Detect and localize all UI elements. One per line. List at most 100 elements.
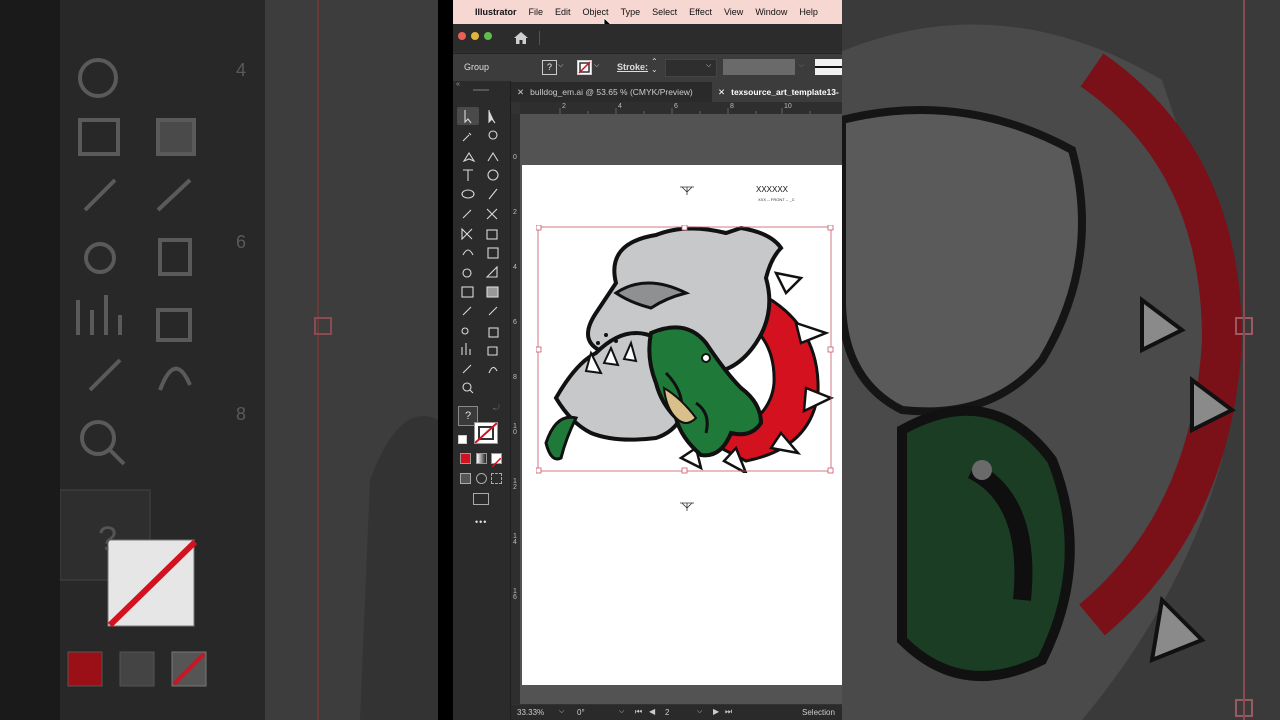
no-stroke-icon	[474, 422, 498, 444]
brush-definition-dropdown[interactable]	[815, 59, 842, 75]
chevron-down-icon[interactable]: ⌵	[706, 62, 711, 70]
home-icon[interactable]	[513, 31, 529, 45]
ruler-tick-label: 4	[513, 264, 517, 271]
stroke-weight-stepper-icon[interactable]: ⌃ ⌄	[651, 58, 658, 74]
stroke-label[interactable]: Stroke:	[617, 62, 648, 72]
app-menu[interactable]: Illustrator	[475, 7, 517, 17]
selection-bounding-box[interactable]	[536, 225, 836, 475]
default-fill-stroke-icon[interactable]	[458, 435, 467, 444]
menu-effect[interactable]: Effect	[689, 7, 712, 17]
draw-normal-icon[interactable]	[460, 473, 471, 484]
selection-handles[interactable]	[536, 225, 834, 474]
screen-mode-icon[interactable]	[473, 493, 489, 505]
first-artboard-icon[interactable]: ⏮	[635, 707, 642, 717]
left-blurred-background: ? 4 6 8	[0, 0, 438, 720]
edit-toolbar-icon[interactable]: •••	[475, 517, 487, 527]
paintbrush-tool-icon	[488, 188, 498, 200]
chevron-down-icon[interactable]: ⌵	[697, 708, 702, 716]
window-titlebar	[453, 24, 842, 52]
status-bar: 33.33% ⌵ 0° ⌵ ⏮ ◀ 2 ⌵ ▶ ⏭ Selection	[511, 705, 842, 720]
left-bg-unknown-fill: ?	[98, 520, 117, 558]
menu-file[interactable]: File	[529, 7, 544, 17]
pen-tool-icon	[462, 151, 476, 163]
ruler-tick-label: 8	[513, 374, 517, 381]
chevron-down-icon[interactable]: ⌵	[799, 62, 804, 70]
reflect-tool-icon	[461, 227, 473, 241]
artboard-subheader-text: XXX -- FRONT -- _C	[758, 197, 795, 202]
magic-wand-tool-icon	[462, 132, 472, 142]
menu-type[interactable]: Type	[621, 7, 641, 17]
fill-unknown-mark: ?	[464, 410, 472, 422]
slice-tool-icon	[462, 364, 472, 374]
illustrator-window: Illustrator File Edit Object Type Select…	[453, 0, 842, 720]
artboard[interactable]: XXXXXX XXX -- FRONT -- _C	[522, 165, 842, 685]
left-bg-ruler-tick: 4	[236, 60, 247, 80]
current-tool-label: Selection	[802, 708, 835, 717]
left-bg-ruler-tick: 8	[236, 404, 247, 424]
panel-grip[interactable]	[473, 89, 489, 91]
ruler-tick-label: 0	[513, 154, 517, 161]
variable-width-profile-dropdown[interactable]	[723, 59, 795, 75]
previous-artboard-icon[interactable]: ◀	[649, 707, 655, 716]
draw-inside-icon[interactable]	[491, 473, 502, 484]
free-transform-tool-icon	[487, 247, 499, 259]
tab-bulldog-em[interactable]: ✕ bulldog_em.ai @ 53.65 % (CMYK/Preview)	[511, 82, 707, 102]
ellipse-tool-icon	[461, 189, 475, 199]
control-bar: Group ? ⌵ ⌵ Stroke: ⌃ ⌄ ⌵ ⌵	[453, 53, 842, 83]
scale-tool-icon	[486, 229, 498, 240]
none-mode-button[interactable]	[491, 453, 502, 468]
zoom-level-field[interactable]: 33.33%	[517, 708, 544, 717]
minimize-window-button[interactable]	[471, 32, 479, 40]
document-tabs: ✕ bulldog_em.ai @ 53.65 % (CMYK/Preview) …	[511, 82, 842, 102]
tab-texsource-art-template[interactable]: ✕ texsource_art_template13-	[712, 82, 842, 102]
chevron-down-icon[interactable]: ⌵	[619, 708, 624, 716]
menu-select[interactable]: Select	[652, 7, 677, 17]
artboard-tool-icon	[487, 346, 498, 356]
close-tab-icon[interactable]: ✕	[517, 87, 524, 97]
pencil-tool-icon	[462, 209, 472, 219]
column-graph-tool-icon	[461, 343, 471, 355]
stroke-swatch[interactable]	[474, 422, 498, 444]
lasso-tool-icon	[488, 130, 498, 140]
zoom-tool-icon	[462, 382, 472, 392]
none-icon	[491, 457, 502, 468]
tool-icons[interactable]	[453, 105, 510, 395]
menu-view[interactable]: View	[724, 7, 743, 17]
menu-help[interactable]: Help	[799, 7, 818, 17]
draw-behind-icon[interactable]	[476, 473, 487, 484]
collapse-panel-icon[interactable]: «	[456, 81, 460, 88]
spiral-tool-icon	[487, 169, 499, 181]
zoom-window-button[interactable]	[484, 32, 492, 40]
ruler-tick-label: 2	[513, 209, 517, 216]
close-window-button[interactable]	[458, 32, 466, 40]
gradient-mode-button[interactable]	[476, 453, 487, 464]
ruler-tick-label: 1 6	[513, 588, 517, 601]
tools-panel: « ? ⤾ •••	[453, 81, 511, 720]
chevron-down-icon[interactable]: ⌵	[558, 62, 563, 70]
symbol-sprayer-tool-icon	[461, 327, 469, 335]
menu-window[interactable]: Window	[755, 7, 787, 17]
color-mode-button[interactable]	[460, 453, 471, 464]
mesh-tool-icon	[461, 286, 474, 298]
curvature-tool-icon	[487, 151, 499, 162]
chevron-down-icon[interactable]: ⌵	[559, 708, 564, 716]
menu-edit[interactable]: Edit	[555, 7, 571, 17]
type-tool-icon	[463, 169, 473, 181]
swap-fill-stroke-icon[interactable]: ⤾	[493, 403, 500, 413]
gradient-tool-icon	[486, 286, 499, 298]
chevron-down-icon[interactable]: ⌵	[594, 62, 599, 70]
shape-builder-tool-icon	[462, 268, 472, 278]
no-stroke-icon	[578, 61, 591, 74]
rotation-field[interactable]: 0°	[577, 708, 585, 717]
artboard-number-field[interactable]: 2	[665, 708, 669, 717]
titlebar-divider	[539, 31, 540, 45]
last-artboard-icon[interactable]: ⏭	[725, 707, 732, 717]
close-tab-icon[interactable]: ✕	[718, 87, 725, 97]
fill-color-box[interactable]: ?	[542, 60, 557, 75]
center-mark-icon	[680, 502, 694, 511]
menu-object[interactable]: Object	[583, 7, 609, 17]
next-artboard-icon[interactable]: ▶	[713, 707, 719, 716]
stroke-color-box[interactable]	[577, 60, 592, 75]
eyedropper-tool-icon	[488, 306, 498, 316]
scissors-tool-icon	[486, 208, 498, 220]
